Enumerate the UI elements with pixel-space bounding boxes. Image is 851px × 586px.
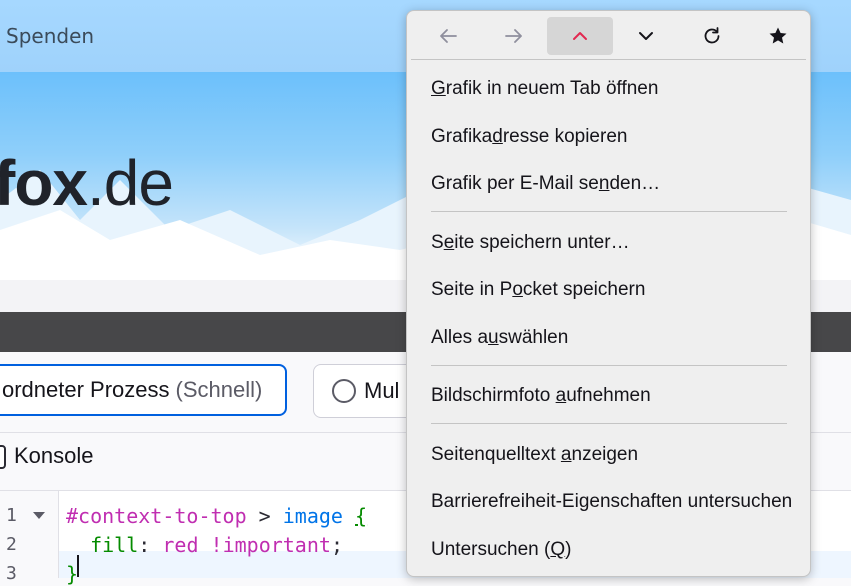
process-option-label: ordneter Prozess xyxy=(2,377,170,402)
chevron-up-icon xyxy=(573,32,587,40)
scroll-to-top-button[interactable] xyxy=(547,17,613,55)
line-number: 3 xyxy=(6,563,17,584)
menu-item-open-image-new-tab[interactable]: Grafik in neuem Tab öffnen xyxy=(431,77,658,101)
menu-item-view-page-source[interactable]: Seitenquelltext anzeigen xyxy=(431,443,638,467)
line-number: 2 xyxy=(6,534,17,555)
menu-separator xyxy=(411,59,806,60)
code-line-1: #context-to-top > image { xyxy=(66,504,368,528)
menu-separator xyxy=(431,365,787,366)
menu-item-save-to-pocket[interactable]: Seite in Pocket speichern xyxy=(431,278,645,302)
menu-item-email-image[interactable]: Grafik per E-Mail senden… xyxy=(431,172,660,196)
arrow-right-icon xyxy=(505,29,522,43)
star-icon xyxy=(769,27,787,44)
menu-item-inspect-accessibility[interactable]: Barrierefreiheit-Eigenschaften untersuch… xyxy=(431,490,792,514)
menu-separator xyxy=(431,423,787,424)
context-menu: Grafik in neuem Tab öffnen Grafikadresse… xyxy=(406,10,811,577)
code-line-2: fill: red !important; xyxy=(90,533,343,557)
donate-link[interactable]: Spenden xyxy=(6,24,94,48)
site-logo: fox.de xyxy=(0,147,174,219)
line-number: 1 xyxy=(6,505,17,526)
menu-item-inspect[interactable]: Untersuchen (Q) xyxy=(431,538,571,562)
text-cursor xyxy=(77,555,79,577)
menu-item-select-all[interactable]: Alles auswählen xyxy=(431,326,568,350)
context-nav-row xyxy=(411,15,806,55)
scroll-down-button[interactable] xyxy=(613,17,679,55)
reload-button[interactable] xyxy=(679,17,745,55)
editor-gutter: 1 2 3 xyxy=(0,491,59,584)
forward-button[interactable] xyxy=(481,17,547,55)
bookmark-button[interactable] xyxy=(745,17,811,55)
process-option-button[interactable]: ordneter Prozess (Schnell) xyxy=(0,364,287,416)
fold-arrow-icon[interactable] xyxy=(33,512,45,519)
console-label: Konsole xyxy=(14,443,94,468)
multi-option-label: Mul xyxy=(364,378,400,403)
menu-item-copy-image-address[interactable]: Grafikadresse kopieren xyxy=(431,125,627,149)
chevron-down-icon xyxy=(639,32,653,40)
process-option-suffix: (Schnell) xyxy=(175,377,263,402)
console-checkbox[interactable] xyxy=(0,445,6,469)
menu-item-take-screenshot[interactable]: Bildschirmfoto aufnehmen xyxy=(431,384,651,408)
back-button[interactable] xyxy=(415,17,481,55)
reload-icon xyxy=(704,27,720,44)
menu-separator xyxy=(431,211,787,212)
arrow-left-icon xyxy=(440,29,457,43)
menu-item-save-page-as[interactable]: Seite speichern unter… xyxy=(431,231,630,255)
radio-icon xyxy=(332,379,356,403)
